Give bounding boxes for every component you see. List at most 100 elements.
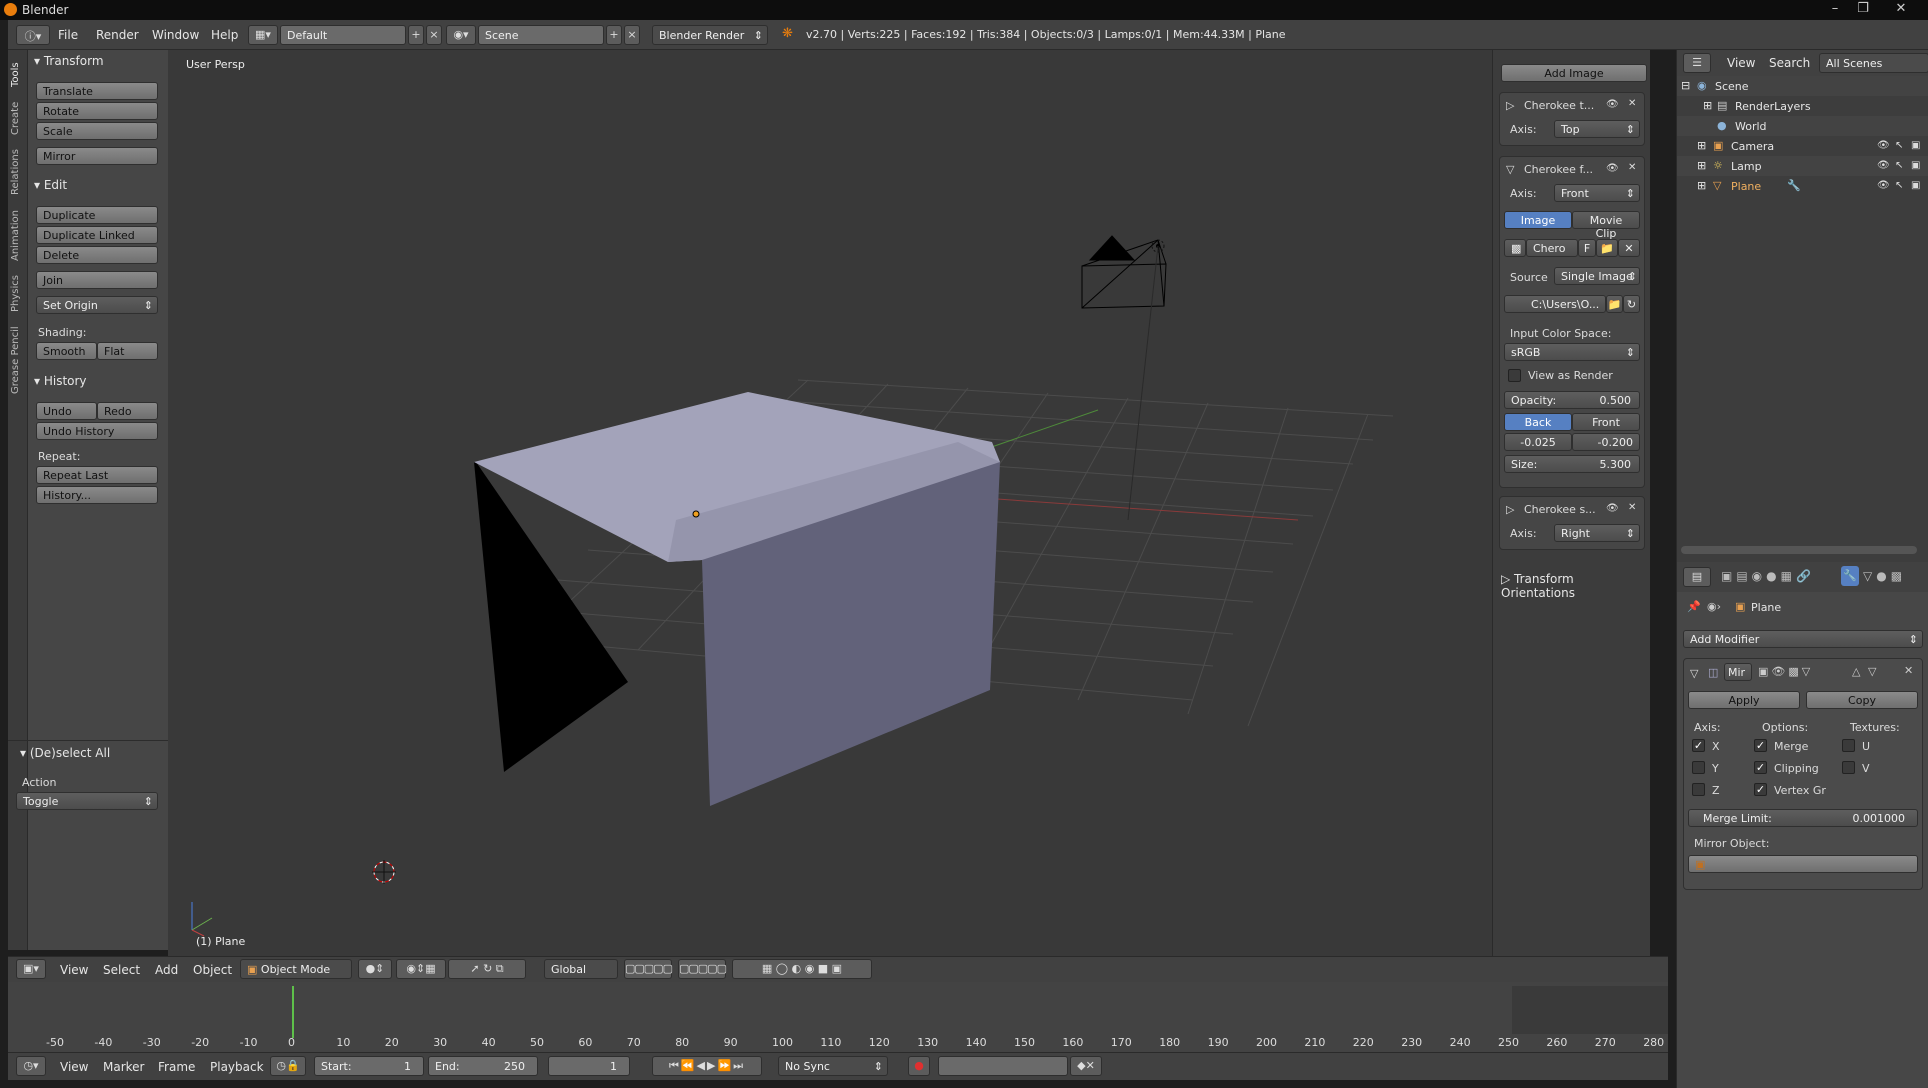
mode-select[interactable]: ▣ Object Mode — [240, 959, 352, 979]
keyframe-insert-icons[interactable]: ◆✕ — [1070, 1056, 1102, 1076]
minimize-icon[interactable]: – — [1824, 1, 1846, 16]
merge-limit-field[interactable]: Merge Limit: 0.001000 — [1688, 809, 1918, 827]
tab-create[interactable]: Create — [10, 98, 26, 138]
viewport-menu-select[interactable]: Select — [103, 963, 140, 977]
front-toggle[interactable]: Front — [1572, 413, 1640, 431]
duplicate-linked-button[interactable]: Duplicate Linked — [36, 226, 158, 244]
viewport-menu-view[interactable]: View — [60, 963, 88, 977]
layers-grid-2[interactable]: ▢▢▢▢▢ — [678, 959, 727, 979]
outliner-row-camera[interactable]: ⊞ ▣ Camera 👁 ↖ ▣ — [1677, 136, 1928, 156]
operator-panel-header[interactable]: ▾ (De)select All — [20, 746, 110, 760]
mirror-object-field[interactable]: ▣ — [1688, 855, 1918, 873]
layout-icon[interactable]: ▦▾ — [248, 25, 278, 45]
expand-icon[interactable]: ⊞ — [1703, 99, 1712, 112]
copy-button[interactable]: Copy — [1806, 691, 1918, 709]
fake-user-button[interactable]: F — [1578, 239, 1596, 257]
modifier-wrench-icon[interactable]: 🔧 — [1787, 179, 1801, 192]
axis-z-checkbox[interactable] — [1692, 783, 1705, 796]
start-frame-field[interactable]: Start: 1 — [314, 1056, 424, 1076]
scale-button[interactable]: Scale — [36, 122, 158, 140]
image-name-field[interactable]: Chero — [1526, 239, 1578, 257]
transform-orientations-header[interactable]: ▷ Transform Orientations — [1501, 572, 1650, 600]
close-icon[interactable]: ✕ — [1890, 1, 1912, 16]
repeat-last-button[interactable]: Repeat Last — [36, 466, 158, 484]
outliner-menu-search[interactable]: Search — [1769, 56, 1810, 70]
outliner-row-plane[interactable]: ⊞ ▽ Plane 🔧 👁 ↖ ▣ — [1677, 176, 1928, 196]
end-frame-field[interactable]: End: 250 — [428, 1056, 538, 1076]
current-frame-indicator[interactable] — [292, 986, 294, 1038]
viewport-menu-add[interactable]: Add — [155, 963, 178, 977]
outliner-filter-select[interactable]: All Scenes — [1819, 53, 1928, 73]
remove-icon[interactable]: ✕ — [1628, 98, 1636, 109]
editor-type-3d-icon[interactable]: ▣▾ — [16, 959, 46, 979]
move-down-icon[interactable]: ▽ — [1868, 665, 1876, 678]
history-panel-header[interactable]: ▾ History — [34, 374, 87, 388]
clipping-checkbox[interactable]: ✓ — [1754, 761, 1767, 774]
tab-movie-clip[interactable]: Movie Clip — [1572, 211, 1640, 240]
render-engine-select[interactable]: Blender Render ⇕ — [652, 25, 768, 45]
editor-type-outliner-icon[interactable]: ☰ — [1683, 53, 1711, 73]
sync-select[interactable]: No Sync ⇕ — [778, 1056, 888, 1076]
remove-icon[interactable]: ✕ — [1628, 162, 1636, 173]
axis-x-checkbox[interactable]: ✓ — [1692, 739, 1705, 752]
flat-button[interactable]: Flat — [97, 342, 158, 360]
context-tabs-icons[interactable]: ▣▤◉●▦🔗 — [1721, 569, 1815, 583]
remove-icon[interactable]: ✕ — [1628, 502, 1636, 513]
vertex-groups-checkbox[interactable]: ✓ — [1754, 783, 1767, 796]
outliner-horizontal-scrollbar[interactable] — [1681, 546, 1917, 554]
color-space-select[interactable]: sRGB ⇕ — [1504, 343, 1640, 361]
transform-panel-header[interactable]: ▾ Transform — [34, 54, 104, 68]
collapse-arrow-icon[interactable]: ▽ — [1690, 667, 1698, 680]
tab-image[interactable]: Image — [1504, 211, 1572, 229]
offset-x-field[interactable]: -0.025 — [1504, 433, 1572, 451]
image-browse-icon[interactable]: ▩ — [1504, 239, 1526, 257]
viewport-shading-icon[interactable]: ●⇕ — [358, 959, 392, 979]
texture-u-checkbox[interactable] — [1842, 739, 1855, 752]
viewport-menu-object[interactable]: Object — [193, 963, 232, 977]
collapse-arrow-icon[interactable]: ▽ — [1506, 163, 1514, 176]
visibility-eye-icon[interactable]: 👁 — [1877, 160, 1890, 171]
set-origin-select[interactable]: Set Origin ⇕ — [36, 296, 158, 314]
scene-canvas[interactable] — [168, 50, 1492, 956]
orientation-select[interactable]: Global — [544, 959, 618, 979]
texture-v-checkbox[interactable] — [1842, 761, 1855, 774]
modifier-name-field[interactable]: Mir — [1724, 663, 1752, 681]
open-image-icon[interactable]: 📁 — [1596, 239, 1618, 257]
menu-render[interactable]: Render — [96, 28, 139, 42]
duplicate-button[interactable]: Duplicate — [36, 206, 158, 224]
menu-help[interactable]: Help — [211, 28, 238, 42]
preview-range-icons[interactable]: ◷🔒 — [270, 1056, 306, 1076]
plane-mesh[interactable] — [474, 392, 1000, 806]
editor-type-properties-icon[interactable]: ▤ — [1683, 567, 1711, 587]
timeline-menu-playback[interactable]: Playback — [210, 1060, 264, 1074]
keying-set-field[interactable] — [938, 1056, 1068, 1076]
redo-button[interactable]: Redo — [97, 402, 158, 420]
eye-icon[interactable]: 👁 — [1606, 163, 1619, 174]
editor-type-info-icon[interactable]: ⓘ▾ — [16, 25, 50, 45]
object-origin-icon[interactable] — [692, 510, 700, 518]
outliner-row-renderlayers[interactable]: ⊞ ▤ RenderLayers — [1677, 96, 1928, 116]
tab-physics[interactable]: Physics — [10, 272, 26, 316]
visibility-eye-icon[interactable]: 👁 — [1877, 180, 1890, 191]
3d-cursor-icon[interactable] — [372, 860, 396, 884]
outliner-row-scene[interactable]: ⊟ ◉ Scene — [1677, 76, 1928, 96]
expand-arrow-icon[interactable]: ▷ — [1506, 99, 1514, 112]
layout-field[interactable]: Default — [280, 25, 406, 45]
offset-y-field[interactable]: -0.200 — [1572, 433, 1640, 451]
layout-add-icon[interactable]: + — [408, 25, 424, 45]
modifier-tab-icon[interactable]: 🔧 — [1841, 566, 1859, 586]
unlink-image-icon[interactable]: ✕ — [1618, 239, 1640, 257]
timeline-menu-frame[interactable]: Frame — [158, 1060, 195, 1074]
undo-button[interactable]: Undo — [36, 402, 97, 420]
scene-icon[interactable]: ◉▾ — [446, 25, 476, 45]
editor-type-timeline-icon[interactable]: ◷▾ — [16, 1056, 46, 1076]
expand-icon[interactable]: ⊞ — [1697, 139, 1706, 152]
outliner-row-world[interactable]: ● World — [1677, 116, 1928, 136]
expand-icon[interactable]: ⊞ — [1697, 179, 1706, 192]
tab-grease-pencil[interactable]: Grease Pencil — [10, 322, 26, 398]
transform-manipulator-icons[interactable]: ➚ ↻ ⧉ — [448, 959, 526, 979]
eye-icon[interactable]: 👁 — [1606, 503, 1619, 514]
apply-button[interactable]: Apply — [1688, 691, 1800, 709]
remove-modifier-icon[interactable]: ✕ — [1904, 664, 1913, 677]
opacity-slider[interactable]: Opacity: 0.500 — [1504, 391, 1640, 409]
